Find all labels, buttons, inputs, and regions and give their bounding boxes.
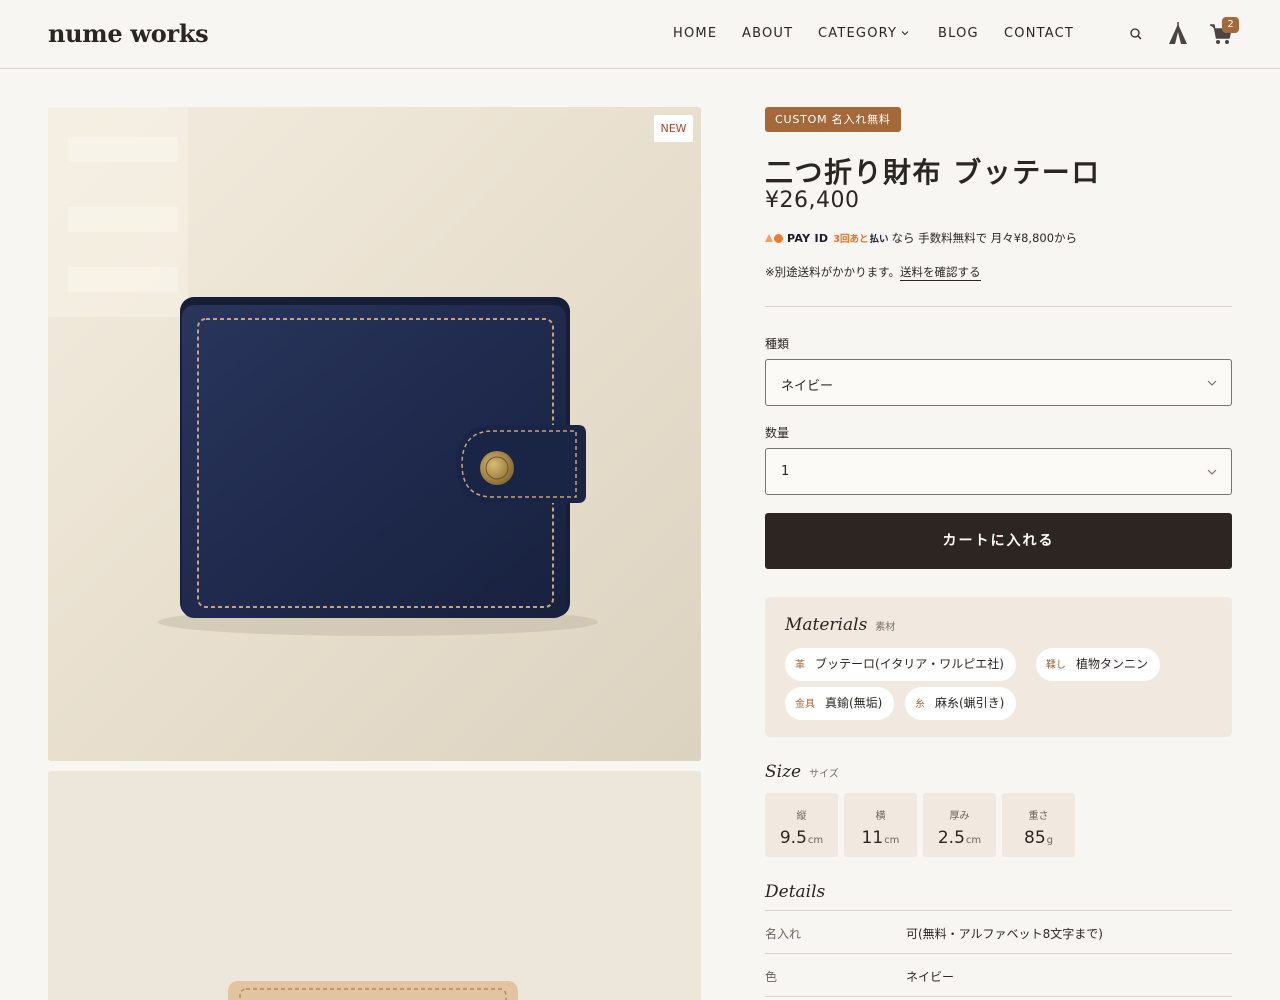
product-price: ¥26,400 <box>765 188 860 213</box>
material-value: 植物タンニン <box>1076 657 1149 671</box>
add-to-cart-button[interactable]: カートに入れる <box>765 513 1232 569</box>
cart-count-badge: 2 <box>1222 17 1239 33</box>
size-sub: サイズ <box>809 769 839 780</box>
pay-text: なら 手数料無料で 月々¥8,800から <box>891 231 1078 245</box>
search-icon[interactable] <box>1129 27 1143 41</box>
material-key: 革 <box>795 660 805 671</box>
material-chip: 糸麻糸(蝋引き) <box>905 687 1017 720</box>
size-box-width: 横 11cm <box>844 793 917 857</box>
materials-heading: Materials 素材 <box>785 615 895 635</box>
material-chip: 金具 真鍮(無垢) <box>785 687 895 720</box>
custom-tag: CUSTOM 名入れ無料 <box>765 107 901 132</box>
pay-id-logo: PAY ID 3回あと 払い <box>765 231 888 245</box>
nav-blog[interactable]: BLOG <box>938 26 979 41</box>
chevron-down-icon <box>1207 469 1217 475</box>
pay-harai: 払い <box>869 234 889 245</box>
size-value-wrap: 2.5cm <box>923 828 996 848</box>
materials-panel: Materials 素材 革ブッテーロ(イタリア・ワルピエ社) 鞣し 植物タンニン … <box>765 597 1232 737</box>
product-image-main[interactable] <box>48 107 701 761</box>
type-label: 種類 <box>765 337 790 351</box>
material-key: 金具 <box>795 699 815 710</box>
shipping-note-text: ※別途送料がかかります。 <box>765 265 900 279</box>
size-label: 厚み <box>949 811 970 822</box>
size-value: 9.5 <box>779 828 807 848</box>
size-unit: cm <box>807 835 824 846</box>
details-heading: Details <box>765 882 825 902</box>
chevron-down-icon[interactable] <box>900 28 910 38</box>
detail-divider <box>765 996 1232 997</box>
quantity-label: 数量 <box>765 426 790 440</box>
size-value-wrap: 85g <box>1002 828 1075 848</box>
size-heading: Size サイズ <box>765 762 839 782</box>
nav-category[interactable]: CATEGORY <box>818 26 897 41</box>
material-value: 麻糸(蝋引き) <box>935 696 1005 710</box>
detail-divider <box>765 910 1232 911</box>
detail-key: 色 <box>765 970 778 984</box>
shipping-note: ※別途送料がかかります。送料を確認する <box>765 264 981 281</box>
pay-triangle-icon <box>765 234 773 242</box>
chevron-down-icon <box>1207 380 1217 386</box>
size-box-height: 縦 9.5cm <box>765 793 838 857</box>
size-box-thickness: 厚み 2.5cm <box>923 793 996 857</box>
shipping-link[interactable]: 送料を確認する <box>900 265 981 281</box>
size-label: 縦 <box>796 811 807 822</box>
size-label: 重さ <box>1028 811 1049 822</box>
nav-home[interactable]: HOME <box>673 26 717 41</box>
size-value: 11 <box>861 828 884 848</box>
material-value: ブッテーロ(イタリア・ワルピエ社) <box>815 657 1004 671</box>
nav-contact[interactable]: CONTACT <box>1004 26 1074 41</box>
size-value-wrap: 11cm <box>844 828 917 848</box>
size-unit: cm <box>884 835 900 846</box>
site-header: nume works HOME ABOUT CATEGORY BLOG CONT… <box>0 0 1280 69</box>
material-value: 真鍮(無垢) <box>825 696 883 710</box>
detail-divider <box>765 953 1232 954</box>
material-chip: 革ブッテーロ(イタリア・ワルピエ社) <box>785 648 1016 681</box>
site-logo[interactable]: nume works <box>48 19 209 48</box>
pay-installment: 3回あと <box>833 234 869 245</box>
material-key: 鞣し <box>1046 660 1066 671</box>
wallet-photo <box>48 107 701 761</box>
size-value: 85 <box>1024 828 1046 848</box>
material-chip: 鞣し 植物タンニン <box>1036 648 1161 681</box>
size-value: 2.5 <box>937 828 965 848</box>
new-badge: NEW <box>654 115 693 142</box>
payment-info: PAY ID 3回あと 払い なら 手数料無料で 月々¥8,800から <box>765 230 1077 246</box>
size-box-weight: 重さ 85g <box>1002 793 1075 857</box>
detail-value: ネイビー <box>906 970 955 984</box>
type-select[interactable]: ネイビー <box>765 359 1232 406</box>
materials-heading-text: Materials <box>785 615 868 635</box>
quantity-select[interactable]: 1 <box>765 448 1232 495</box>
wallet-photo-natural <box>48 771 701 1000</box>
quantity-select-value: 1 <box>781 464 790 479</box>
nav-about[interactable]: ABOUT <box>742 26 793 41</box>
product-title: 二つ折り財布 ブッテーロ <box>765 156 1101 189</box>
size-unit: cm <box>965 835 982 846</box>
product-image-secondary[interactable] <box>48 771 701 1000</box>
size-value-wrap: 9.5cm <box>765 828 838 848</box>
size-unit: g <box>1046 835 1053 846</box>
details-heading-text: Details <box>765 882 826 902</box>
detail-value: 可(無料・アルファベット8文字まで) <box>906 927 1103 941</box>
size-label: 横 <box>875 811 886 822</box>
type-select-value: ネイビー <box>781 379 834 394</box>
material-key: 糸 <box>915 699 925 710</box>
tent-icon[interactable] <box>1167 22 1189 46</box>
detail-key: 名入れ <box>765 927 802 941</box>
size-heading-text: Size <box>765 762 802 782</box>
pay-dot-icon <box>774 233 783 243</box>
materials-sub: 素材 <box>875 622 896 633</box>
divider <box>765 306 1232 307</box>
pay-brand: PAY ID <box>787 231 829 245</box>
